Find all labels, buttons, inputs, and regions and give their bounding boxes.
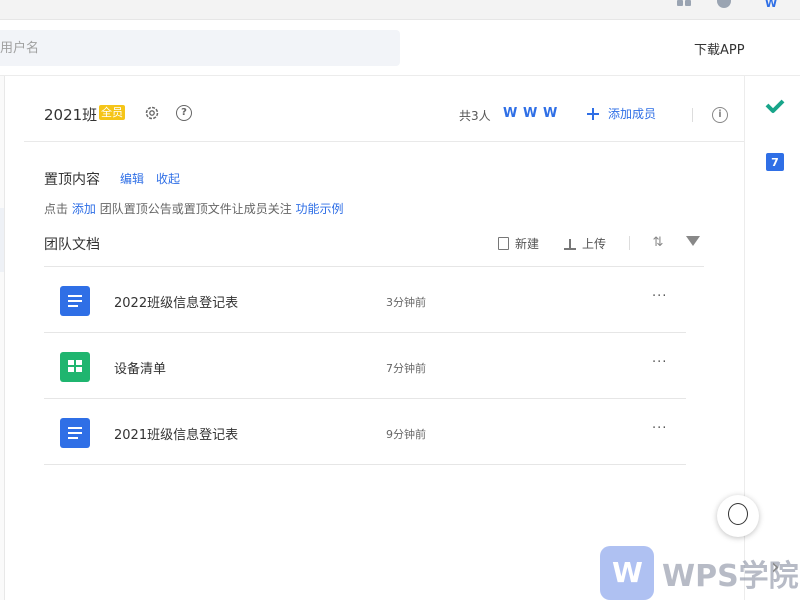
hint-prefix: 点击 bbox=[44, 202, 69, 216]
table-row[interactable]: 2022班级信息登记表 3分钟前 ··· bbox=[44, 267, 686, 333]
doc-time: 3分钟前 bbox=[386, 296, 426, 309]
team-name: 2021班 bbox=[44, 106, 98, 124]
member-avatars[interactable]: W W W bbox=[503, 107, 561, 121]
info-icon[interactable]: i bbox=[712, 107, 728, 123]
chevron-right-icon[interactable]: › bbox=[771, 555, 780, 580]
doc-name[interactable]: 2022班级信息登记表 bbox=[114, 292, 238, 311]
avatar[interactable]: W bbox=[503, 107, 521, 121]
doc-time: 7分钟前 bbox=[386, 362, 426, 375]
calendar-icon[interactable]: 7 bbox=[766, 153, 784, 171]
upload-icon bbox=[564, 238, 576, 250]
doc-name[interactable]: 2021班级信息登记表 bbox=[114, 424, 238, 443]
avatar[interactable]: W bbox=[543, 107, 561, 121]
pinned-hint: 点击 添加 团队置顶公告或置顶文件让成员关注 功能示例 bbox=[44, 200, 344, 217]
new-doc-button[interactable]: 新建 bbox=[498, 235, 539, 252]
wps-academy-watermark: W WPS学院 bbox=[600, 546, 799, 600]
sort-icon[interactable]: ⇅ bbox=[650, 235, 666, 251]
filter-icon[interactable] bbox=[686, 236, 700, 246]
collapse-pinned-link[interactable]: 收起 bbox=[156, 170, 180, 187]
upload-label: 上传 bbox=[582, 237, 607, 251]
table-row[interactable]: 设备清单 7分钟前 ··· bbox=[44, 333, 686, 399]
add-pinned-link[interactable]: 添加 bbox=[72, 202, 96, 216]
spreadsheet-icon bbox=[60, 352, 90, 382]
more-options-icon[interactable]: ··· bbox=[652, 355, 667, 370]
search-input[interactable] bbox=[0, 30, 400, 66]
left-panel-selection bbox=[0, 208, 4, 272]
todo-check-icon[interactable] bbox=[765, 99, 785, 115]
avatar[interactable]: W bbox=[523, 107, 541, 121]
header-divider bbox=[24, 141, 744, 142]
grid-icon[interactable] bbox=[677, 0, 691, 8]
more-options-icon[interactable]: ··· bbox=[652, 289, 667, 304]
assistant-robot-icon[interactable] bbox=[717, 495, 759, 537]
divider bbox=[692, 108, 693, 122]
more-options-icon[interactable]: ··· bbox=[652, 421, 667, 436]
doc-name[interactable]: 设备清单 bbox=[114, 358, 166, 377]
edit-pinned-link[interactable]: 编辑 bbox=[120, 170, 144, 187]
header-bar: 下载APP bbox=[0, 20, 800, 76]
left-panel bbox=[0, 76, 5, 600]
add-member-label: 添加成员 bbox=[608, 107, 657, 121]
new-doc-label: 新建 bbox=[515, 237, 540, 251]
upload-button[interactable]: 上传 bbox=[564, 235, 606, 252]
doc-time: 9分钟前 bbox=[386, 428, 426, 441]
wps-icon[interactable]: W bbox=[765, 0, 779, 9]
divider bbox=[629, 236, 630, 250]
settings-gear-icon[interactable] bbox=[144, 105, 160, 121]
new-file-icon bbox=[498, 237, 509, 250]
document-icon bbox=[60, 286, 90, 316]
hint-text: 团队置顶公告或置顶文件让成员关注 bbox=[99, 202, 292, 216]
feature-example-link[interactable]: 功能示例 bbox=[296, 202, 344, 216]
help-icon[interactable]: ? bbox=[176, 105, 192, 121]
add-member-button[interactable]: 添加成员 bbox=[586, 105, 656, 122]
window-top-strip: W bbox=[0, 0, 800, 20]
download-app-link[interactable]: 下载APP bbox=[694, 39, 745, 58]
table-row[interactable]: 2021班级信息登记表 9分钟前 ··· bbox=[44, 399, 686, 465]
document-icon bbox=[60, 418, 90, 448]
team-main-panel: 2021班 全员 ? 共3人 W W W 添加成员 i 置顶内容 编辑 收起 点… bbox=[6, 76, 744, 600]
team-docs-title: 团队文档 bbox=[44, 237, 100, 253]
wps-logo-icon: W bbox=[600, 546, 654, 600]
all-members-badge: 全员 bbox=[99, 105, 125, 120]
pinned-section-title: 置顶内容 bbox=[44, 172, 100, 188]
member-count: 共3人 bbox=[459, 109, 491, 123]
plus-icon bbox=[586, 107, 600, 121]
chat-icon[interactable] bbox=[717, 0, 731, 8]
